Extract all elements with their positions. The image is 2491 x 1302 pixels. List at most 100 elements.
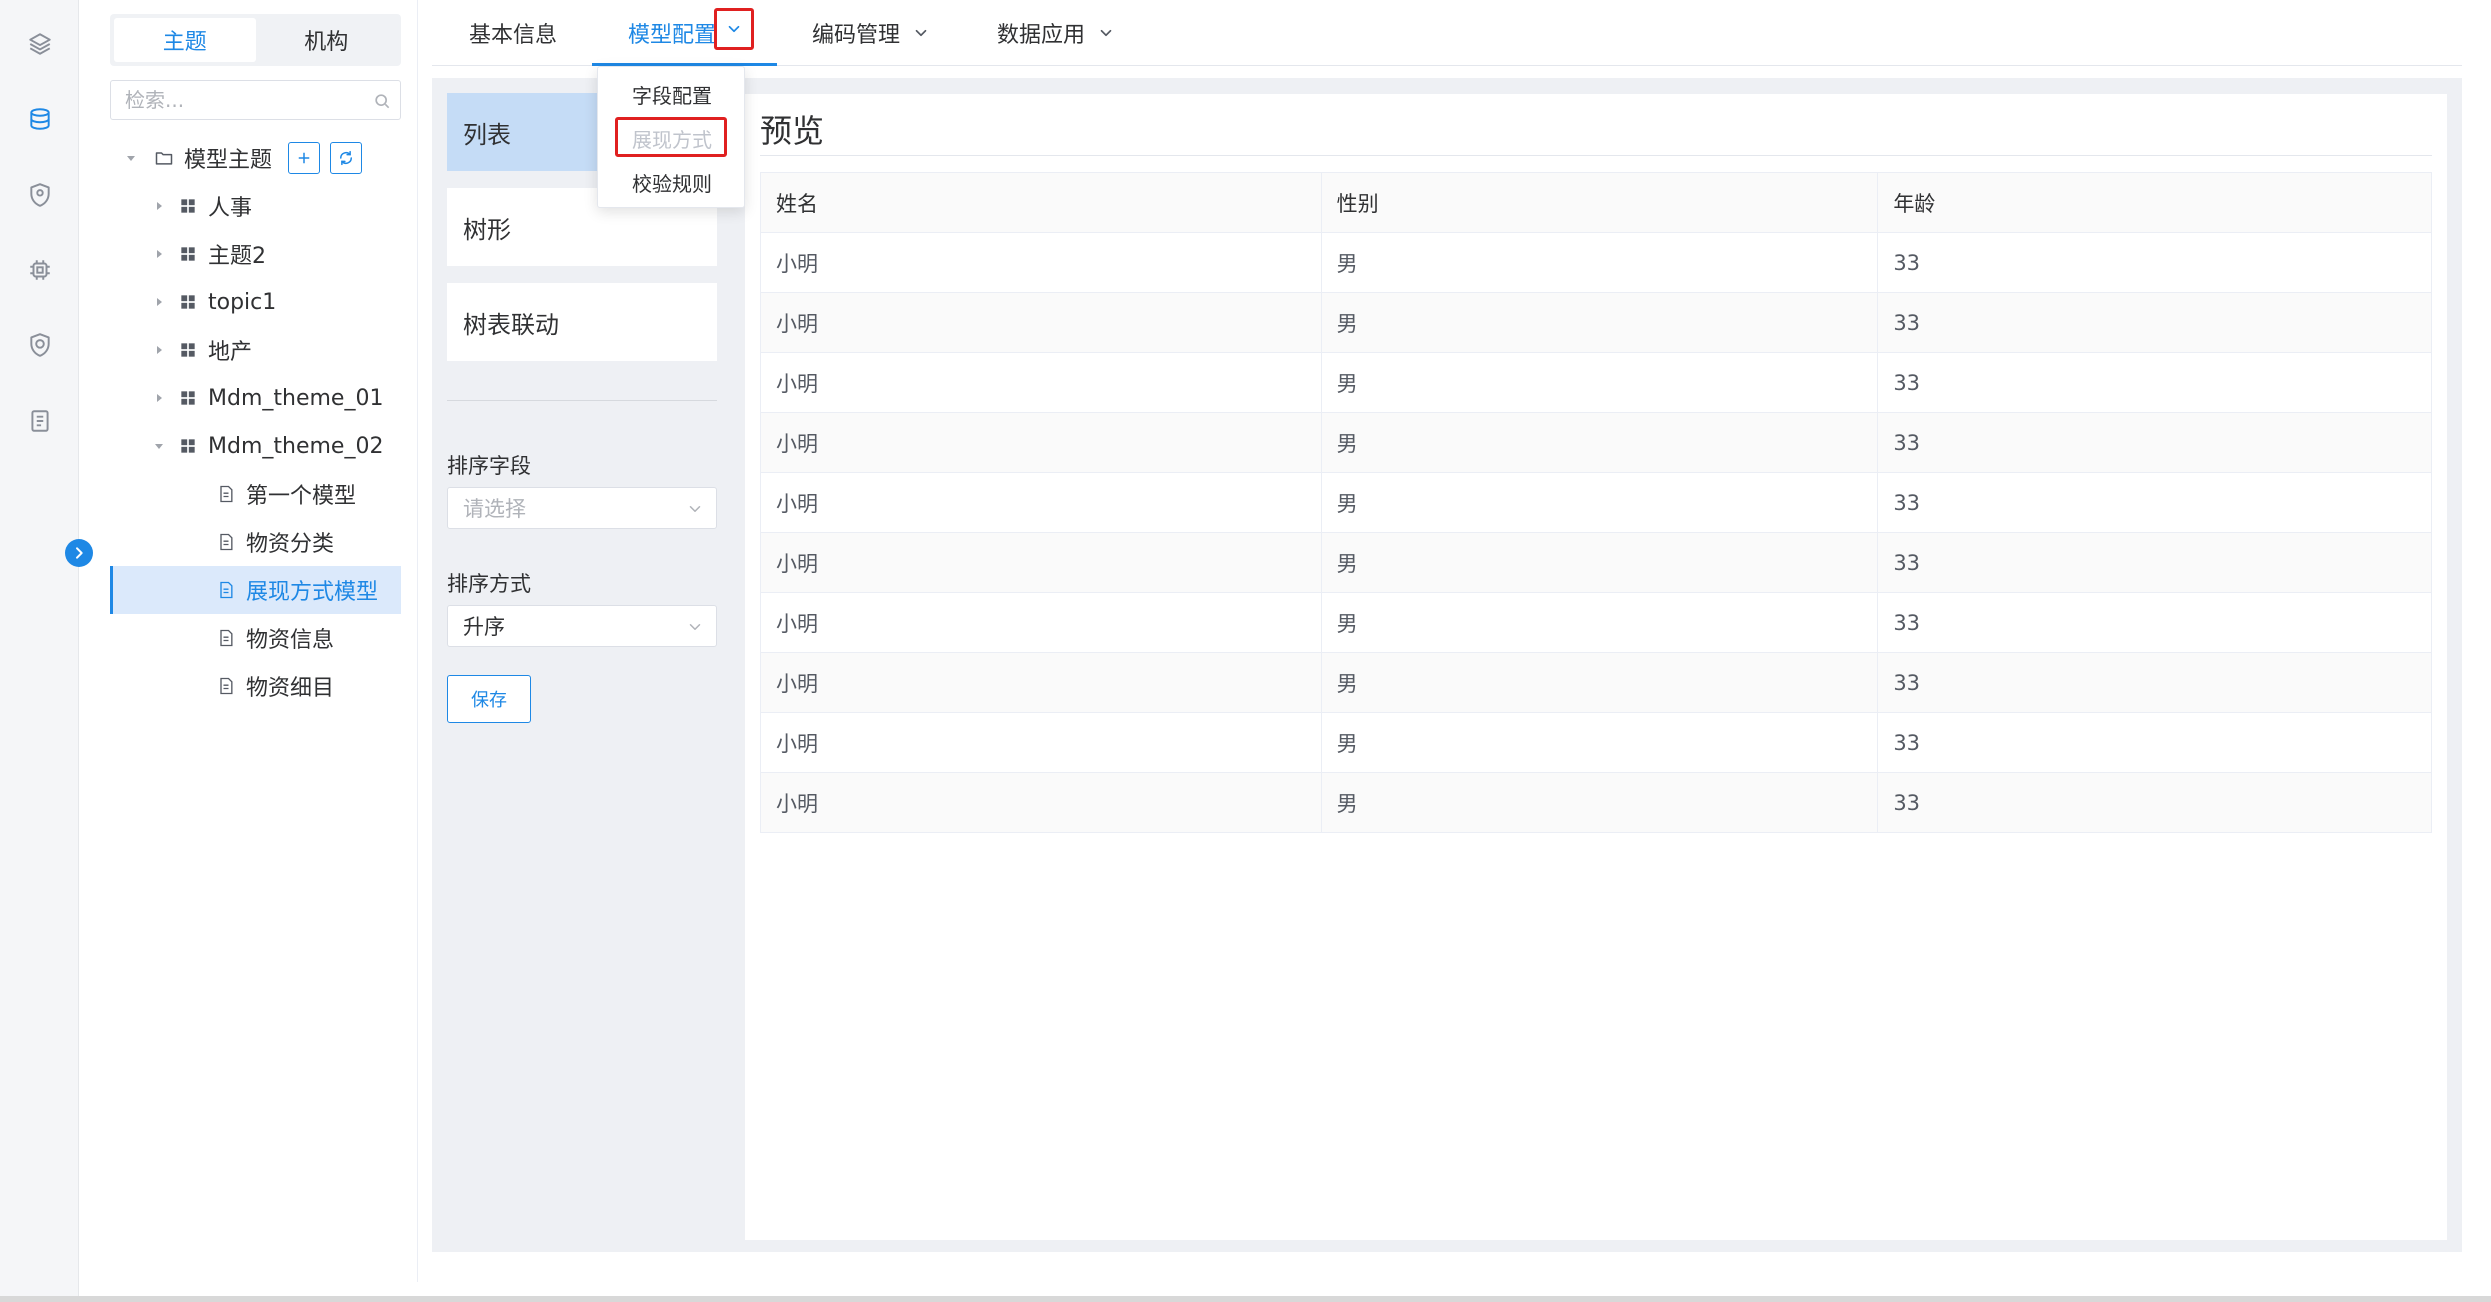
caret-right-icon[interactable]: [152, 391, 166, 405]
grid-icon: [178, 196, 198, 216]
sort-order-label: 排序方式: [447, 572, 531, 596]
document-list-icon[interactable]: [22, 403, 58, 439]
app-window: 主题 机构 模型主题: [0, 0, 2491, 1302]
table-row: 小明男 33: [760, 292, 2432, 353]
expand-sidebar-button[interactable]: [65, 539, 93, 567]
model-tree: 模型主题 人事 主题2 topic1 地产 Mdm_theme_01 Mdm_t…: [110, 134, 401, 710]
table-cell: 男: [1320, 592, 1879, 653]
layers-icon[interactable]: [22, 26, 58, 62]
document-icon: [216, 532, 236, 552]
search-input[interactable]: [111, 81, 351, 119]
tree-model-item[interactable]: 第一个模型: [110, 470, 401, 518]
add-node-button[interactable]: [288, 142, 321, 174]
table-cell: 男: [1320, 652, 1879, 713]
panel-divider: [447, 400, 717, 401]
table-header-row: 姓名 性别 年龄: [760, 172, 2432, 233]
sort-order-select[interactable]: 升序: [447, 605, 717, 647]
search-icon[interactable]: [372, 91, 392, 111]
search-box: [110, 80, 401, 120]
table-cell: 33: [1877, 772, 2432, 833]
sort-field-select[interactable]: 请选择: [447, 487, 717, 529]
table-cell: 小明: [760, 652, 1322, 713]
table-cell: 男: [1320, 292, 1879, 353]
table-row: 小明男 33: [760, 232, 2432, 293]
grid-icon: [178, 292, 198, 312]
table-cell: 男: [1320, 772, 1879, 833]
tree-model-label: 物资信息: [246, 628, 335, 653]
table-cell: 33: [1877, 292, 2432, 353]
tree-theme-item[interactable]: Mdm_theme_02: [110, 422, 401, 470]
caret-right-icon[interactable]: [152, 247, 166, 261]
table-cell: 小明: [760, 352, 1322, 413]
table-cell: 小明: [760, 772, 1322, 833]
chevron-down-icon: [689, 506, 701, 512]
chevron-down-icon[interactable]: [912, 24, 930, 42]
tree-theme-label: 人事: [208, 196, 253, 221]
chip-icon[interactable]: [22, 252, 58, 288]
column-header: 年龄: [1877, 172, 2432, 233]
table-row: 小明男 33: [760, 412, 2432, 473]
tab-basic-info[interactable]: 基本信息: [469, 0, 557, 66]
table-cell: 男: [1320, 712, 1879, 773]
tree-root[interactable]: 模型主题: [110, 134, 401, 182]
tree-model-item[interactable]: 物资分类: [110, 518, 401, 566]
document-icon: [216, 484, 236, 504]
tree-theme-item[interactable]: topic1: [110, 278, 401, 326]
tab-data-application[interactable]: 数据应用: [997, 0, 1115, 66]
tab-label: 编码管理: [812, 23, 901, 48]
tab-model-config[interactable]: 模型配置: [628, 0, 716, 66]
sort-order-value: 升序: [463, 615, 505, 639]
table-cell: 男: [1320, 472, 1879, 533]
tree-theme-item[interactable]: Mdm_theme_01: [110, 374, 401, 422]
icon-rail: [0, 0, 79, 1302]
table-cell: 男: [1320, 412, 1879, 473]
shield-pin-icon[interactable]: [22, 177, 58, 213]
segment-tab-organization[interactable]: 机构: [256, 18, 398, 62]
menu-item-field-config[interactable]: 字段配置: [598, 74, 746, 114]
tree-theme-item[interactable]: 地产: [110, 326, 401, 374]
chevron-down-icon: [689, 624, 701, 630]
table-cell: 33: [1877, 532, 2432, 593]
tree-model-item[interactable]: 物资信息: [110, 614, 401, 662]
tree-root-label: 模型主题: [184, 148, 273, 173]
caret-right-icon[interactable]: [152, 343, 166, 357]
model-config-dropdown: 字段配置 展现方式 校验规则: [597, 66, 745, 208]
shield-check-icon[interactable]: [22, 327, 58, 363]
segment-tab-theme[interactable]: 主题: [114, 18, 256, 62]
menu-item-validation-rules[interactable]: 校验规则: [598, 162, 746, 202]
tree-theme-item[interactable]: 主题2: [110, 230, 401, 278]
chevron-down-icon[interactable]: [1097, 24, 1115, 42]
column-header: 性别: [1320, 172, 1879, 233]
segment-switch: 主题 机构: [110, 14, 401, 66]
model-config-chevron-button[interactable]: [714, 8, 754, 50]
highlight-box: [615, 117, 727, 157]
window-bottom-border: [0, 1296, 2491, 1302]
database-icon[interactable]: [22, 101, 58, 137]
table-cell: 33: [1877, 652, 2432, 713]
layout-option-tree-table[interactable]: 树表联动: [447, 283, 717, 361]
tree-theme-label: Mdm_theme_01: [208, 385, 384, 411]
tree-theme-item[interactable]: 人事: [110, 182, 401, 230]
tree-model-label: 第一个模型: [246, 484, 357, 509]
save-button[interactable]: 保存: [447, 675, 531, 723]
tree-sidebar: 主题 机构 模型主题: [79, 0, 418, 1282]
tree-model-item[interactable]: 物资细目: [110, 662, 401, 710]
table-cell: 小明: [760, 472, 1322, 533]
tab-code-management[interactable]: 编码管理: [812, 0, 930, 66]
chevron-down-icon: [728, 25, 740, 33]
tree-model-item-selected[interactable]: 展现方式模型: [110, 566, 401, 614]
table-row: 小明男 33: [760, 352, 2432, 413]
refresh-button[interactable]: [330, 142, 363, 174]
preview-divider: [760, 155, 2432, 156]
table-row: 小明男 33: [760, 592, 2432, 653]
caret-right-icon[interactable]: [152, 295, 166, 309]
table-cell: 小明: [760, 232, 1322, 293]
tree-theme-label: 地产: [208, 340, 253, 365]
caret-down-icon[interactable]: [124, 151, 138, 165]
preview-table: 姓名 性别 年龄 小明男 33 小明男 33 小明男 33 小明男 33 小明男 33 小…: [760, 172, 2432, 833]
caret-right-icon[interactable]: [152, 199, 166, 213]
table-cell: 33: [1877, 232, 2432, 293]
caret-down-icon[interactable]: [152, 439, 166, 453]
table-cell: 33: [1877, 712, 2432, 773]
sort-field-label: 排序字段: [447, 454, 531, 478]
